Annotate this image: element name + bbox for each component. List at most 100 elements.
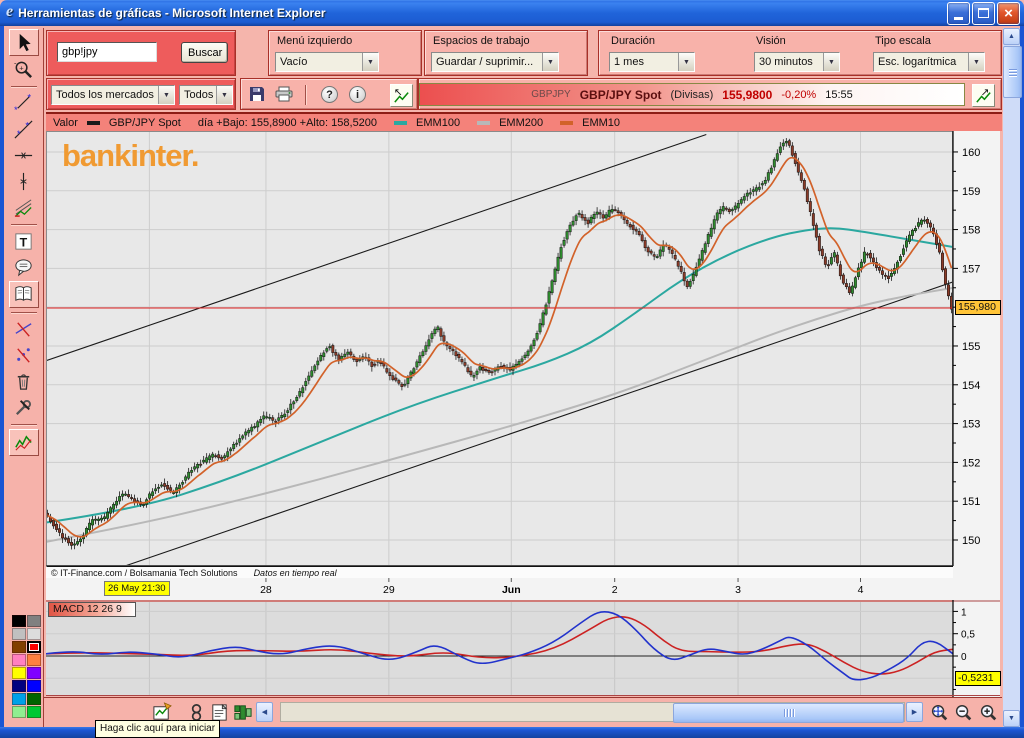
arrow-right-icon: ▶ bbox=[911, 709, 918, 716]
print-icon[interactable] bbox=[275, 86, 294, 102]
left-menu-select[interactable]: Vacío ▼ bbox=[275, 52, 379, 72]
journal-tool[interactable] bbox=[8, 281, 39, 308]
zoom-in-button[interactable] bbox=[977, 701, 999, 724]
svg-text:T: T bbox=[20, 235, 28, 249]
chevron-down-icon[interactable]: ▼ bbox=[823, 53, 839, 71]
next-chart-button[interactable]: ↗ bbox=[972, 84, 995, 107]
scroll-right-button[interactable]: ▶ bbox=[906, 702, 923, 722]
palette-color-ff0000[interactable] bbox=[27, 641, 41, 653]
comment-icon bbox=[15, 259, 32, 277]
macd-value-flag: -0,5231 bbox=[955, 671, 1001, 686]
comment-tool[interactable] bbox=[10, 255, 38, 280]
workspaces-panel: Espacios de trabajo Guardar / suprimir..… bbox=[424, 30, 588, 76]
chevron-down-icon[interactable]: ▼ bbox=[968, 53, 984, 71]
svg-text:+: + bbox=[19, 63, 24, 72]
trash-icon bbox=[17, 374, 30, 390]
palette-color-ff8040[interactable] bbox=[27, 654, 41, 666]
save-icon[interactable] bbox=[249, 86, 265, 102]
pitchfork-icon bbox=[14, 199, 32, 217]
bankinter-logo: bankinter. bbox=[62, 138, 199, 173]
indicators-icon bbox=[15, 435, 32, 451]
columns-button[interactable] bbox=[228, 700, 256, 725]
zoom-icon: +- bbox=[14, 59, 33, 79]
vision-select[interactable]: 30 minutos ▼ bbox=[754, 52, 840, 72]
indicators-tool[interactable] bbox=[8, 429, 39, 456]
svg-text:159: 159 bbox=[962, 186, 980, 198]
ticker-bar[interactable]: GBPJPY GBP/JPY Spot (Divisas) 155,9800 -… bbox=[419, 83, 965, 106]
chevron-down-icon[interactable]: ▼ bbox=[678, 53, 694, 71]
restore-button[interactable] bbox=[972, 1, 995, 25]
chart-hscrollbar-track[interactable] bbox=[280, 702, 905, 723]
svg-text:28: 28 bbox=[260, 584, 272, 596]
erase-line-icon bbox=[15, 322, 32, 337]
scroll-left-button[interactable]: ◀ bbox=[256, 702, 273, 722]
close-button[interactable]: × bbox=[997, 1, 1020, 25]
search-button[interactable]: Buscar bbox=[181, 42, 228, 63]
minimize-button[interactable] bbox=[947, 1, 970, 25]
scroll-down-button[interactable]: ▼ bbox=[1003, 710, 1020, 727]
settings-tool[interactable] bbox=[10, 395, 38, 420]
previous-chart-button[interactable]: ↖ bbox=[390, 84, 413, 107]
palette-color-804000[interactable] bbox=[12, 641, 26, 653]
horizontal-line-tool[interactable] bbox=[10, 143, 38, 168]
ticker-market: (Divisas) bbox=[670, 88, 714, 101]
trendline-extended-tool[interactable]: * * bbox=[10, 117, 38, 142]
zoom-tool[interactable]: + - bbox=[10, 57, 38, 82]
svg-text:4: 4 bbox=[858, 584, 864, 596]
info-button[interactable]: i bbox=[349, 86, 366, 103]
chevron-down-icon[interactable]: ▼ bbox=[158, 86, 174, 104]
scroll-up-button[interactable]: ▲ bbox=[1003, 28, 1020, 45]
toolbar-separator bbox=[10, 312, 37, 313]
palette-color-00a0e8[interactable] bbox=[12, 693, 26, 705]
chevron-down-icon[interactable]: ▼ bbox=[362, 53, 378, 71]
vertical-line-tool[interactable] bbox=[10, 169, 38, 194]
scale-type-select[interactable]: Esc. logarítmica ▼ bbox=[873, 52, 985, 72]
page-vscrollbar[interactable]: ▲ ▼ bbox=[1003, 28, 1022, 727]
palette-color-000080[interactable] bbox=[12, 680, 26, 692]
pitchfork-tool[interactable] bbox=[10, 195, 38, 220]
svg-text:3: 3 bbox=[735, 584, 741, 596]
markets-select[interactable]: Todos los mercados ▼ bbox=[51, 85, 175, 105]
emm200-swatch bbox=[477, 120, 491, 125]
palette-color-c0c0c0[interactable] bbox=[12, 628, 26, 640]
chevron-down-icon[interactable]: ▼ bbox=[542, 53, 558, 71]
text-icon: T bbox=[15, 233, 32, 250]
help-button[interactable]: ? bbox=[321, 86, 338, 103]
palette-color-00c832[interactable] bbox=[27, 706, 41, 718]
search-input[interactable] bbox=[57, 42, 157, 62]
candle-swatch bbox=[86, 120, 100, 125]
price-chart[interactable]: 1501511521531541551561571581591602829Jun… bbox=[46, 131, 1000, 600]
left-menu-panel: Menú izquierdo Vacío ▼ bbox=[268, 30, 422, 76]
instruments-select[interactable]: Todos ▼ bbox=[179, 85, 233, 105]
legend-valor: Valor bbox=[53, 116, 78, 129]
settings-icon bbox=[16, 399, 32, 415]
palette-color-90ee90[interactable] bbox=[12, 706, 26, 718]
palette-color-ff80c0[interactable] bbox=[12, 654, 26, 666]
legend-range: día +Bajo: 155,8900 +Alto: 158,5200 bbox=[197, 116, 378, 129]
palette-color-006400[interactable] bbox=[27, 693, 41, 705]
chevron-down-icon[interactable]: ▼ bbox=[216, 86, 232, 104]
svg-text:1: 1 bbox=[961, 607, 967, 618]
palette-color-808080[interactable] bbox=[27, 615, 41, 627]
palette-color-ffff00[interactable] bbox=[12, 667, 26, 679]
zoom-fit-button[interactable] bbox=[928, 701, 950, 724]
erase-points-tool[interactable] bbox=[10, 343, 38, 368]
duration-select[interactable]: 1 mes ▼ bbox=[609, 52, 695, 72]
trash-tool[interactable] bbox=[10, 369, 38, 394]
text-tool[interactable]: T bbox=[10, 229, 38, 254]
trendline-tool[interactable]: * * bbox=[10, 91, 38, 116]
palette-color-dcdcdc[interactable] bbox=[27, 628, 41, 640]
palette-color-8000ff[interactable] bbox=[27, 667, 41, 679]
erase-line-tool[interactable] bbox=[10, 317, 38, 342]
svg-text:0,5: 0,5 bbox=[961, 630, 975, 641]
chart-hscrollbar-thumb[interactable] bbox=[673, 703, 904, 723]
macd-chart[interactable]: 10,50 bbox=[46, 600, 1000, 697]
crosshair-time-label: 26 May 21:30 bbox=[104, 581, 170, 596]
status-tooltip: Haga clic aquí para iniciar bbox=[95, 720, 221, 738]
zoom-out-button[interactable] bbox=[952, 701, 974, 724]
workspaces-select[interactable]: Guardar / suprimir... ▼ bbox=[431, 52, 559, 72]
palette-color-000000[interactable] bbox=[12, 615, 26, 627]
palette-color-0000ff[interactable] bbox=[27, 680, 41, 692]
page-vscrollbar-thumb[interactable] bbox=[1003, 46, 1022, 98]
pointer-tool[interactable] bbox=[8, 29, 39, 56]
